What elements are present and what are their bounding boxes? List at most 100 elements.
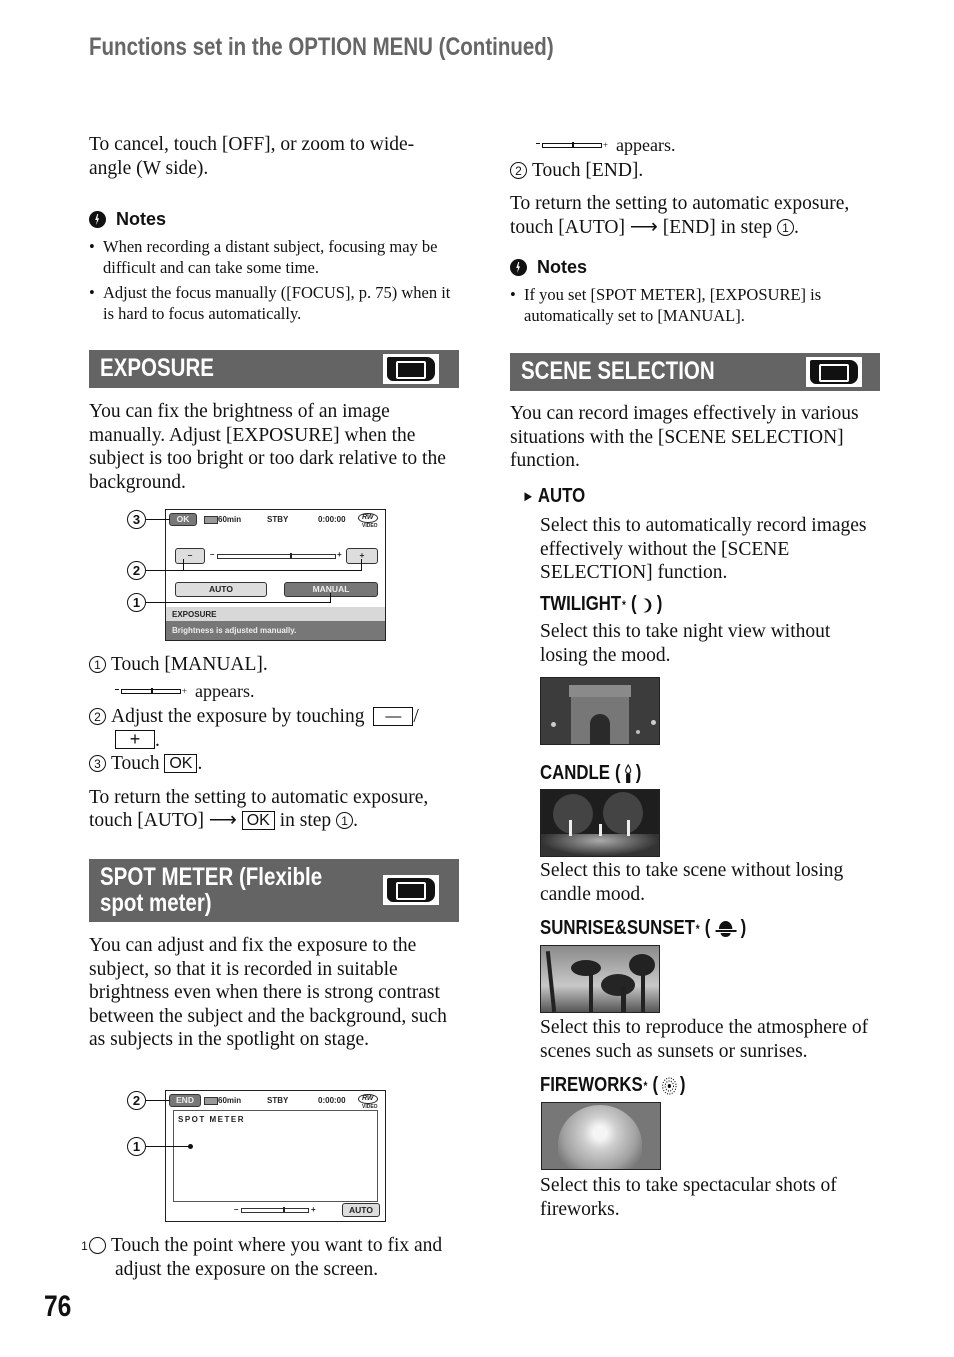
- auto-button[interactable]: AUTO: [175, 582, 267, 597]
- step-2-cont: +.: [89, 729, 464, 753]
- option-name: CANDLE: [540, 762, 611, 784]
- note-item: When recording a distant subject, focusi…: [89, 236, 459, 278]
- page-number: 76: [44, 1290, 72, 1323]
- spot-meter-section-header: SPOT METER (Flexible spot meter): [89, 859, 459, 922]
- option-name: SUNRISE&SUNSET: [540, 917, 695, 939]
- slider-plus-label: +: [337, 550, 342, 559]
- panel-title: SPOT METER: [178, 1115, 246, 1124]
- disc-rw-icon: RW: [358, 513, 378, 523]
- timecode: 0:00:00: [318, 1096, 346, 1105]
- step-number: 1: [776, 218, 794, 236]
- slider-appears-line: + appears.: [536, 134, 675, 158]
- callout-2: 2: [127, 561, 146, 580]
- option-name: TWILIGHT: [540, 593, 622, 615]
- exposure-section-header: EXPOSURE: [89, 350, 459, 388]
- callout-leader: [183, 559, 185, 571]
- end-button[interactable]: END: [169, 1094, 201, 1107]
- callout-leader: [146, 1100, 170, 1102]
- arc-de-triomphe-night-photo: [540, 677, 660, 745]
- fireworks-icon: [661, 1076, 677, 1095]
- callout-3: 3: [127, 510, 146, 529]
- minus-button[interactable]: –: [175, 548, 205, 564]
- plus-key-icon: +: [115, 729, 155, 749]
- slash-text: /: [413, 706, 419, 727]
- ok-button[interactable]: OK: [169, 513, 197, 526]
- intro-text: To cancel, touch [OFF], or zoom to wide-…: [89, 134, 415, 179]
- camcorder-icon: [806, 357, 862, 387]
- asterisk: *: [695, 921, 700, 936]
- sunset-icon: [715, 920, 737, 937]
- disc-video-label: VIDEO: [362, 523, 378, 529]
- note-item: If you set [SPOT METER], [EXPOSURE] is a…: [510, 284, 880, 326]
- callout-2: 2: [127, 1091, 146, 1110]
- option-name: FIREWORKS: [540, 1074, 643, 1096]
- spot-meter-lcd-screen: END 60min STBY 0:00:00 RW VIDEO SPOT MET…: [165, 1090, 386, 1222]
- exposure-lcd-screen: OK 60min STBY 0:00:00 RW VIDEO – – + + A…: [165, 509, 386, 641]
- disc-rw-icon: RW: [358, 1094, 378, 1104]
- arrow-icon: ⟶: [208, 810, 237, 831]
- option-fireworks-heading: FIREWORKS * ( ): [540, 1074, 686, 1096]
- fireworks-photo: [541, 1102, 661, 1170]
- auto-button[interactable]: AUTO: [342, 1203, 380, 1217]
- scene-selection-description: You can record images effectively in var…: [510, 403, 859, 471]
- default-marker-icon: ►: [522, 488, 535, 505]
- option-auto-heading: ► AUTO: [522, 485, 585, 508]
- note-item: Adjust the focus manually ([FOCUS], p. 7…: [89, 282, 459, 324]
- birthday-candles-photo: [540, 789, 660, 857]
- exposure-description: You can fix the brightness of an image m…: [89, 401, 446, 493]
- spot-meter-step-1: 1 Touch the point where you want to fix a…: [81, 1234, 459, 1281]
- spot-meter-touch-area[interactable]: SPOT METER: [173, 1110, 378, 1202]
- ok-key-icon: OK: [241, 811, 275, 830]
- moon-icon: [643, 598, 652, 612]
- spot-meter-description: You can adjust and fix the exposure to t…: [89, 935, 447, 1050]
- notes-warning-icon: [89, 211, 106, 228]
- step-number: 1: [81, 1237, 106, 1254]
- callout-leader: [146, 602, 331, 604]
- notes-section: Notes When recording a distant subject, …: [89, 209, 459, 324]
- battery-remaining: 60min: [218, 1096, 242, 1105]
- panel-title: EXPOSURE: [172, 610, 217, 619]
- period: .: [353, 810, 358, 831]
- ok-key-icon: OK: [164, 754, 198, 773]
- section-title: SCENE SELECTION: [521, 357, 715, 385]
- notes-title: Notes: [537, 257, 588, 277]
- step-text: Adjust the exposure by touching: [111, 706, 365, 727]
- camcorder-icon: [383, 875, 439, 905]
- slider-minus-label: –: [210, 550, 215, 559]
- touch-point-marker: [188, 1144, 193, 1149]
- appears-text: appears.: [616, 135, 676, 155]
- step-number: 3: [89, 755, 106, 772]
- option-twilight-heading: TWILIGHT * ( ): [540, 593, 663, 615]
- status-text: STBY: [267, 515, 289, 524]
- step-3: 3 Touch OK.: [89, 752, 464, 776]
- step-text: Touch [END].: [532, 160, 644, 181]
- callout-leader: [330, 593, 332, 603]
- timecode: 0:00:00: [318, 515, 346, 524]
- asterisk: *: [643, 1078, 648, 1093]
- option-candle-heading: CANDLE ( ): [540, 762, 642, 784]
- callout-leader: [146, 570, 362, 572]
- slider-icon: +: [536, 141, 608, 150]
- minus-key-icon: —: [373, 707, 414, 726]
- option-fireworks-description: Select this to take spectacular shots of…: [540, 1175, 837, 1220]
- panel-message: Brightness is adjusted manually.: [172, 626, 297, 635]
- panel-message-bar: Brightness is adjusted manually.: [166, 621, 385, 640]
- exposure-slider[interactable]: [217, 554, 336, 559]
- slider-handle[interactable]: [283, 1207, 285, 1212]
- period: .: [155, 729, 160, 751]
- option-sunrise-sunset-heading: SUNRISE&SUNSET * ( ): [540, 917, 747, 939]
- callout-leader: [361, 559, 363, 571]
- asterisk: *: [622, 597, 626, 612]
- period: .: [197, 753, 203, 774]
- period: .: [793, 216, 799, 238]
- section-title-line2: spot meter): [100, 889, 212, 917]
- exposure-slider[interactable]: [241, 1208, 309, 1213]
- option-twilight-description: Select this to take night view without l…: [540, 621, 831, 666]
- callout-leader: [146, 519, 170, 521]
- step-number: 1: [336, 812, 354, 829]
- notes-section: Notes If you set [SPOT METER], [EXPOSURE…: [510, 257, 880, 326]
- page-header-title: Functions set in the OPTION MENU (Contin…: [89, 33, 554, 61]
- slider-appears-line: + appears.: [89, 680, 464, 704]
- slider-handle[interactable]: [290, 553, 292, 558]
- step-2: 2 Adjust the exposure by touching — /: [89, 705, 464, 729]
